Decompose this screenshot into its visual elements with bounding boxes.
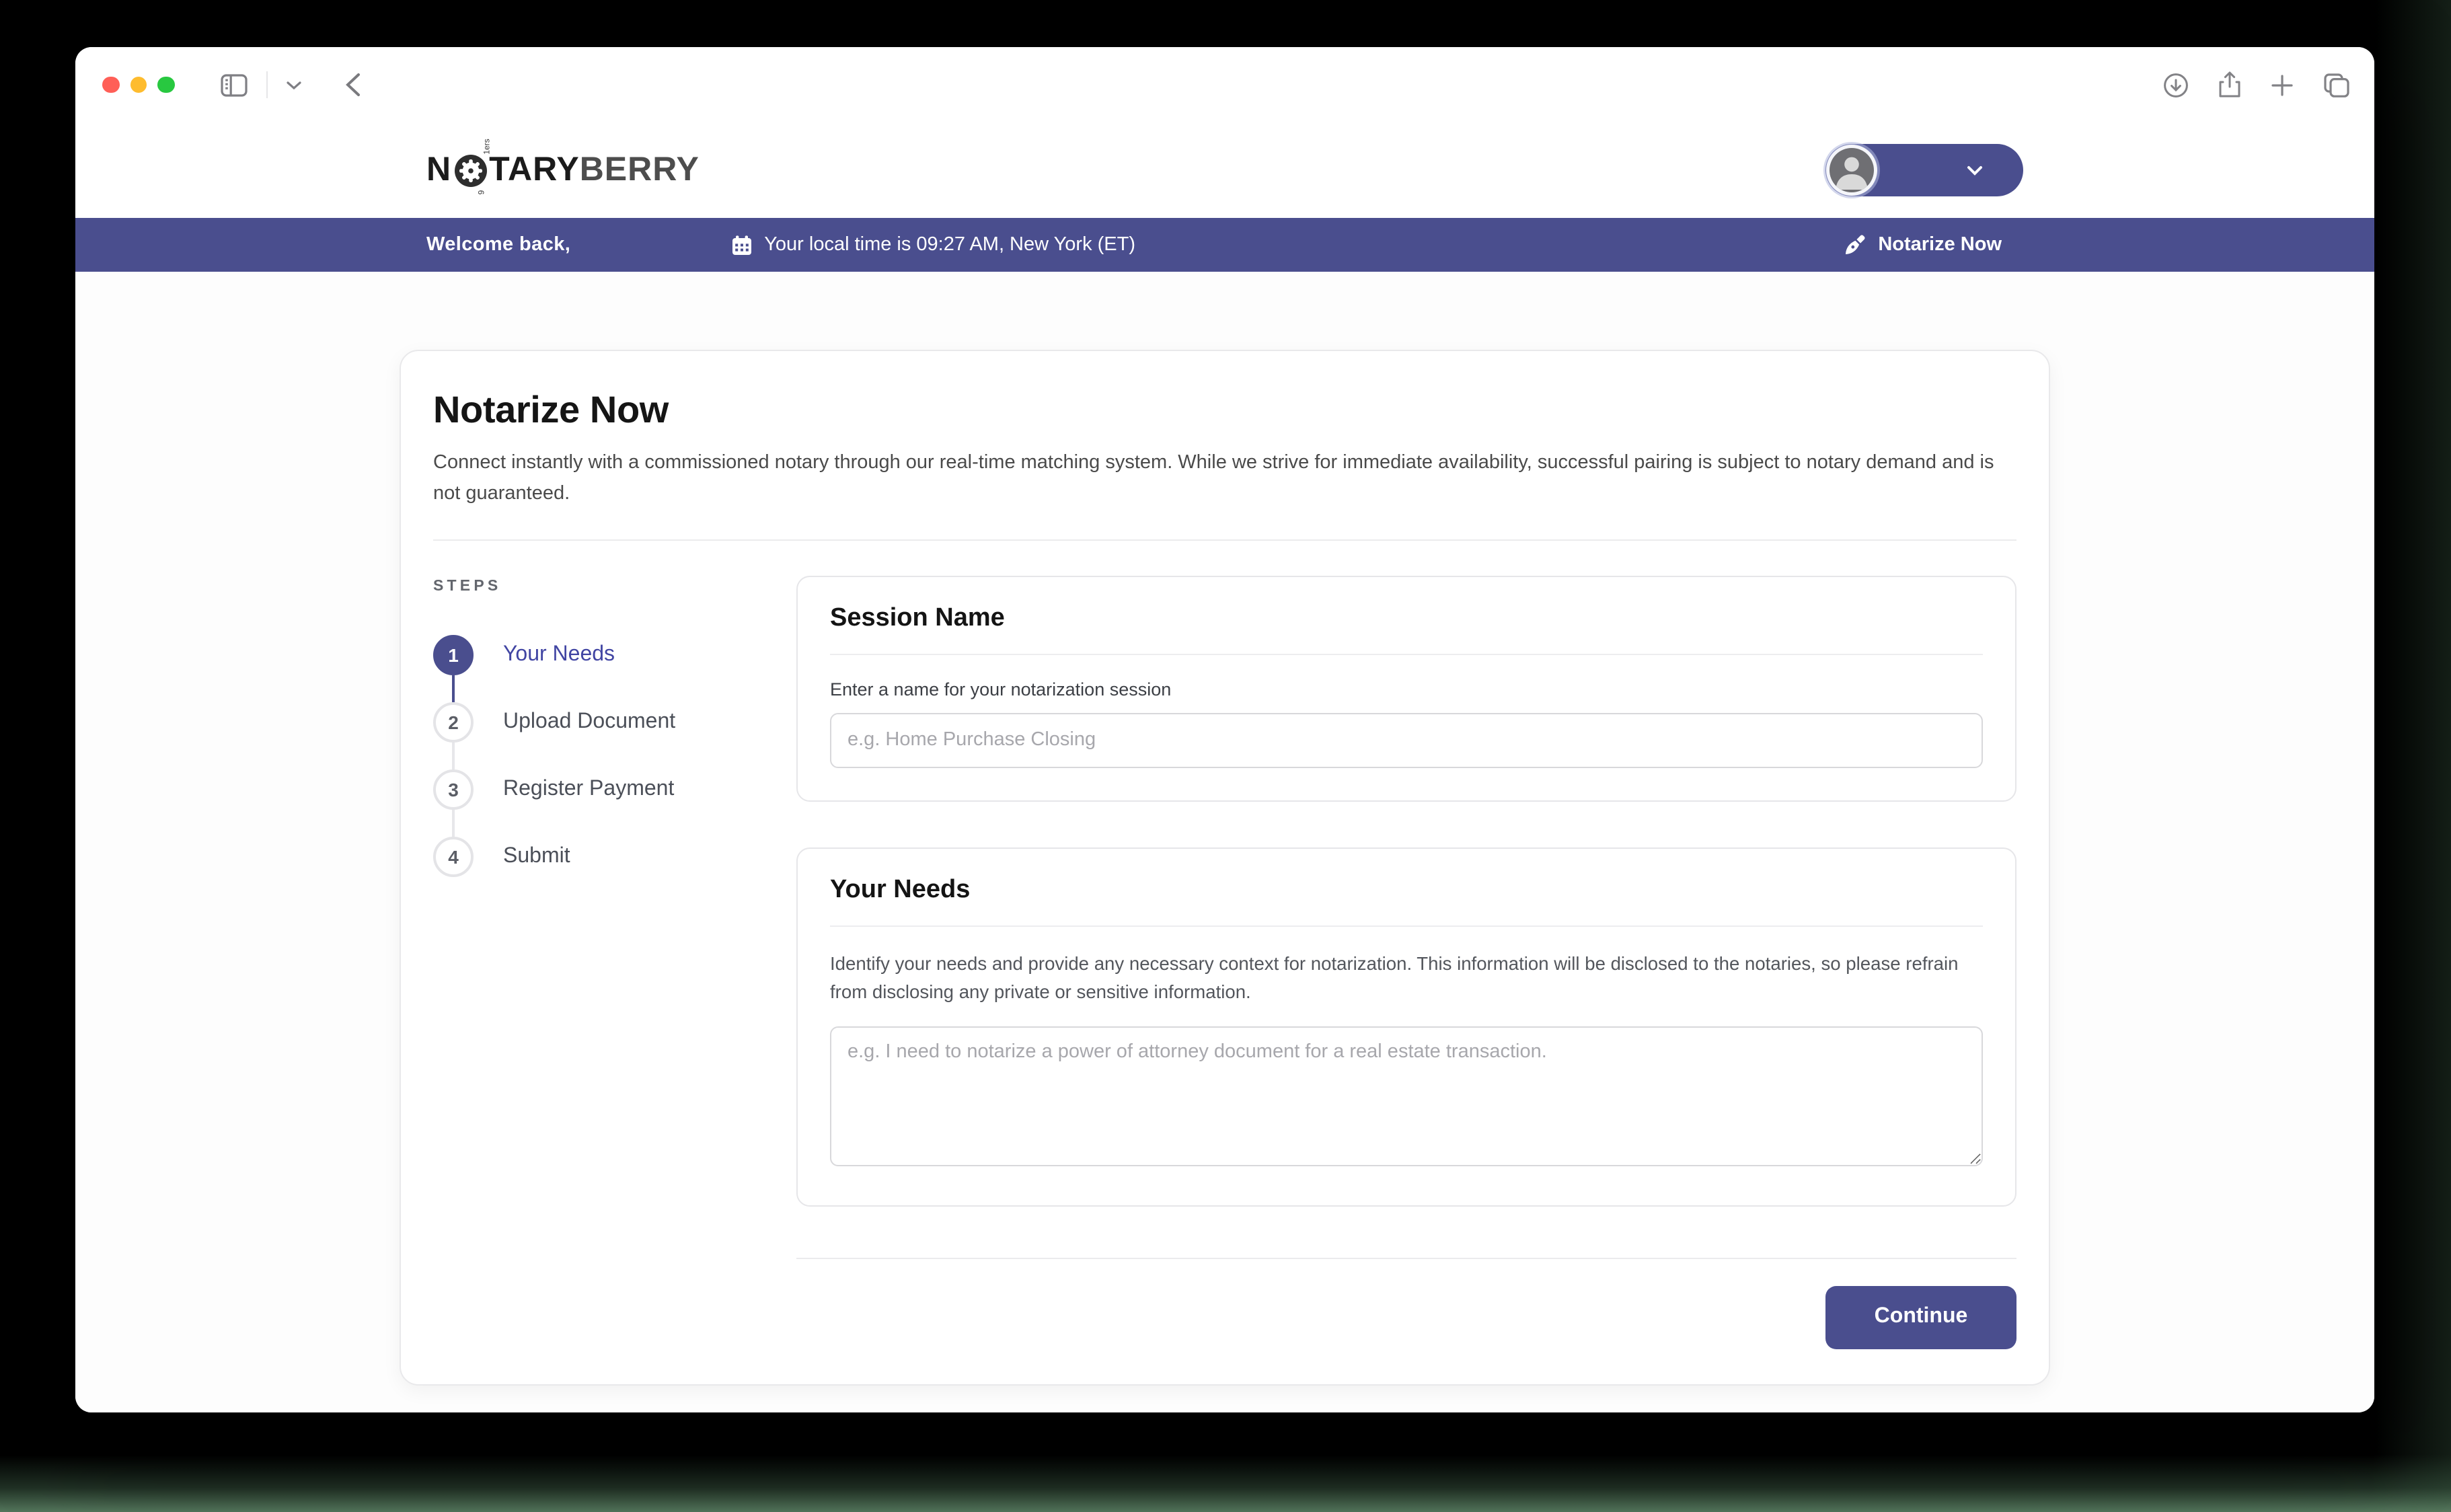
toolbar-divider [266, 71, 267, 98]
your-needs-description: Identify your needs and provide any nece… [830, 951, 1983, 1008]
section-divider [433, 539, 2016, 541]
new-tab-icon[interactable] [2271, 73, 2294, 96]
berry-icon: 1ers 9 [453, 153, 488, 188]
sidebar-icon[interactable] [220, 73, 247, 96]
step-number: 2 [433, 702, 474, 743]
page-background: Notarize Now Connect instantly with a co… [75, 272, 2374, 1412]
step-label: Register Payment [503, 778, 674, 802]
desktop: N 1ers [0, 0, 2451, 1512]
chevron-down-icon [1967, 165, 1983, 176]
tabs-overview-icon[interactable] [2323, 72, 2350, 98]
traffic-lights [102, 77, 174, 93]
step-label: Upload Document [503, 710, 675, 734]
step-your-needs[interactable]: 1 Your Needs [433, 635, 740, 702]
local-time-text: Your local time is 09:27 AM, New York (E… [764, 234, 1135, 256]
back-icon[interactable] [345, 73, 360, 97]
step-upload-document[interactable]: 2 Upload Document [433, 702, 740, 769]
pen-nib-icon [1844, 234, 1866, 256]
welcome-banner: Welcome back, Your local [75, 218, 2374, 272]
your-needs-title: Your Needs [830, 876, 1983, 905]
close-window-button[interactable] [102, 77, 119, 93]
step-number: 1 [433, 635, 474, 675]
session-name-label: Enter a name for your notarization sessi… [830, 679, 1983, 700]
step-number: 3 [433, 769, 474, 810]
continue-button[interactable]: Continue [1825, 1286, 2016, 1349]
logo-micro-text: 9 [478, 190, 486, 194]
card-divider [830, 925, 1983, 927]
page-description: Connect instantly with a commissioned no… [433, 448, 2016, 510]
your-needs-card: Your Needs Identify your needs and provi… [796, 847, 2016, 1207]
page-title: Notarize Now [433, 389, 2016, 432]
chevron-down-icon[interactable] [286, 80, 301, 89]
steps-heading: STEPS [433, 578, 740, 595]
step-connector [452, 743, 455, 769]
step-label: Your Needs [503, 643, 615, 667]
card-divider [830, 654, 1983, 655]
logo-text-pre: N [426, 151, 451, 190]
step-number: 4 [433, 837, 474, 877]
form-column: Session Name Enter a name for your notar… [796, 576, 2016, 1349]
browser-toolbar [75, 47, 2374, 122]
notarize-now-label: Notarize Now [1878, 234, 2002, 256]
footer-divider [796, 1258, 2016, 1259]
welcome-text: Welcome back, [426, 234, 570, 256]
notarize-now-link[interactable]: Notarize Now [1844, 234, 2023, 256]
local-time: Your local time is 09:27 AM, New York (E… [732, 234, 1135, 256]
step-register-payment[interactable]: 3 Register Payment [433, 769, 740, 837]
step-submit[interactable]: 4 Submit [433, 837, 740, 877]
avatar [1830, 148, 1874, 192]
share-icon[interactable] [2218, 71, 2241, 98]
download-icon[interactable] [2163, 72, 2189, 98]
logo-text-mid: TARY [489, 151, 580, 190]
notaryberry-logo[interactable]: N 1ers [426, 151, 700, 190]
step-connector [452, 675, 455, 702]
your-needs-textarea[interactable] [830, 1026, 1983, 1166]
session-name-card: Session Name Enter a name for your notar… [796, 576, 2016, 802]
session-name-input[interactable] [830, 713, 1983, 768]
logo-micro-text: 1ers [484, 138, 492, 153]
session-name-title: Session Name [830, 604, 1983, 634]
site-header: N 1ers [75, 122, 2374, 218]
logo-text-tail: BERRY [580, 151, 700, 190]
step-connector [452, 810, 455, 837]
step-label: Submit [503, 845, 570, 869]
calendar-icon [732, 235, 752, 255]
steps-sidebar: STEPS 1 Your Needs 2 Upload Document [433, 576, 740, 1349]
minimize-window-button[interactable] [130, 77, 147, 93]
account-menu-button[interactable] [1825, 144, 2023, 196]
browser-window: N 1ers [75, 47, 2374, 1412]
zoom-window-button[interactable] [157, 77, 174, 93]
notarize-now-card: Notarize Now Connect instantly with a co… [400, 350, 2050, 1386]
